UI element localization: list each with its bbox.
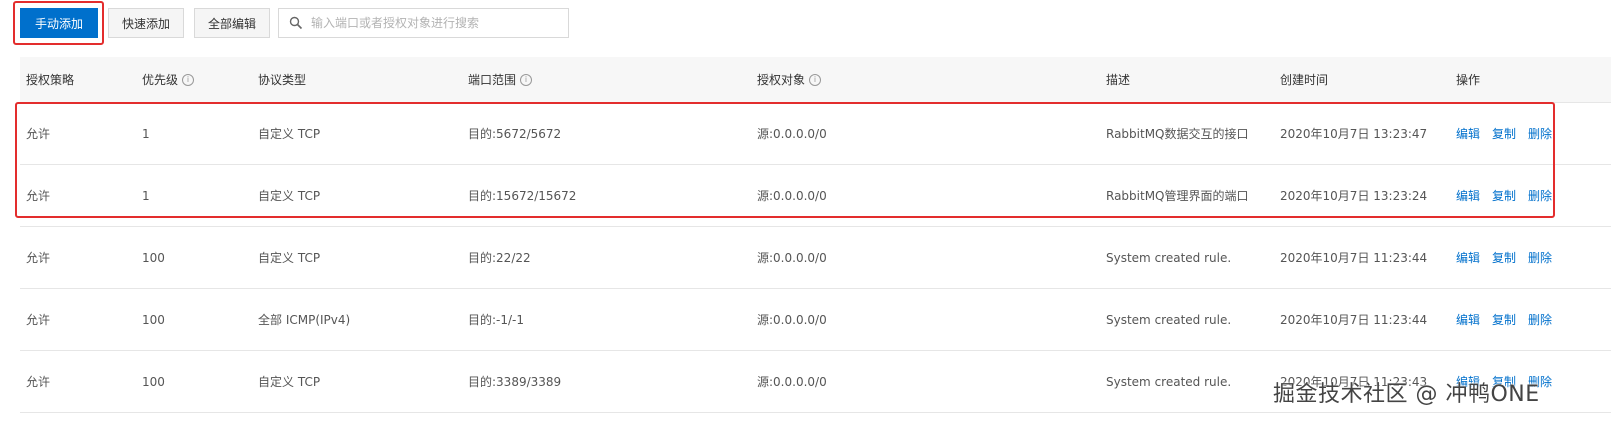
header-port-range: 端口范围 i — [468, 57, 533, 102]
security-rules-table: 授权策略 优先级 i 协议类型 端口范围 i 授权对象 i 描述 创建时间 操作 允许… — [20, 57, 1611, 413]
table-row: 允许 100 全部 ICMP(IPv4) 目的:-1/-1 源:0.0.0.0/… — [20, 289, 1611, 351]
cell-auth-object: 源:0.0.0.0/0 — [757, 313, 827, 327]
header-protocol: 协议类型 — [258, 57, 306, 102]
manual-add-button[interactable]: 手动添加 — [20, 8, 98, 38]
header-priority: 优先级 i — [142, 57, 195, 102]
header-auth-object-label: 授权对象 — [757, 73, 806, 87]
toolbar: 手动添加 快速添加 全部编辑 — [0, 0, 1611, 48]
header-priority-label: 优先级 — [142, 73, 179, 87]
cell-auth-object: 源:0.0.0.0/0 — [757, 127, 827, 141]
cell-policy: 允许 — [26, 375, 51, 389]
cell-policy: 允许 — [26, 313, 51, 327]
cell-policy: 允许 — [26, 251, 51, 265]
cell-protocol: 全部 ICMP(IPv4) — [258, 313, 351, 327]
cell-actions: 编辑 复制 删除 — [1456, 289, 1564, 350]
info-icon[interactable]: i — [182, 73, 195, 86]
cell-port-range: 目的:5672/5672 — [468, 127, 562, 141]
delete-link[interactable]: 删除 — [1528, 125, 1552, 142]
cell-description: System created rule. — [1106, 374, 1232, 389]
cell-priority: 100 — [142, 250, 165, 265]
cell-protocol: 自定义 TCP — [258, 251, 321, 265]
cell-protocol: 自定义 TCP — [258, 127, 321, 141]
edit-link[interactable]: 编辑 — [1456, 311, 1480, 328]
header-policy-label: 授权策略 — [26, 73, 75, 87]
cell-port-range: 目的:-1/-1 — [468, 313, 525, 327]
info-icon[interactable]: i — [809, 73, 822, 86]
info-icon[interactable]: i — [520, 73, 533, 86]
search-input[interactable] — [311, 10, 568, 36]
quick-add-button[interactable]: 快速添加 — [108, 8, 184, 38]
cell-created: 2020年10月7日 13:23:24 — [1280, 189, 1428, 203]
header-port-range-label: 端口范围 — [468, 73, 517, 87]
cell-auth-object: 源:0.0.0.0/0 — [757, 189, 827, 203]
cell-actions: 编辑 复制 删除 — [1456, 103, 1564, 164]
edit-link[interactable]: 编辑 — [1456, 187, 1480, 204]
edit-link[interactable]: 编辑 — [1456, 249, 1480, 266]
cell-priority: 1 — [142, 188, 150, 203]
cell-priority: 100 — [142, 374, 165, 389]
header-policy: 授权策略 — [26, 57, 74, 102]
copy-link[interactable]: 复制 — [1492, 125, 1516, 142]
cell-protocol: 自定义 TCP — [258, 375, 321, 389]
search-icon — [289, 16, 303, 30]
cell-protocol: 自定义 TCP — [258, 189, 321, 203]
copy-link[interactable]: 复制 — [1492, 311, 1516, 328]
search-box[interactable] — [278, 8, 569, 38]
cell-description: RabbitMQ数据交互的接口 — [1106, 127, 1249, 141]
cell-policy: 允许 — [26, 127, 51, 141]
cell-description: System created rule. — [1106, 312, 1232, 327]
table-header: 授权策略 优先级 i 协议类型 端口范围 i 授权对象 i 描述 创建时间 操作 — [20, 57, 1611, 103]
header-protocol-label: 协议类型 — [258, 73, 307, 87]
watermark: 掘金技术社区 @ 冲鸭ONE — [1273, 382, 1540, 407]
header-description: 描述 — [1106, 57, 1130, 102]
cell-description: RabbitMQ管理界面的端口 — [1106, 189, 1249, 203]
header-created: 创建时间 — [1280, 57, 1328, 102]
copy-link[interactable]: 复制 — [1492, 249, 1516, 266]
cell-port-range: 目的:3389/3389 — [468, 375, 562, 389]
cell-priority: 100 — [142, 312, 165, 327]
table-row: 允许 100 自定义 TCP 目的:22/22 源:0.0.0.0/0 Syst… — [20, 227, 1611, 289]
cell-created: 2020年10月7日 13:23:47 — [1280, 127, 1428, 141]
cell-priority: 1 — [142, 126, 150, 141]
delete-link[interactable]: 删除 — [1528, 249, 1552, 266]
header-description-label: 描述 — [1106, 73, 1131, 87]
cell-auth-object: 源:0.0.0.0/0 — [757, 251, 827, 265]
cell-created: 2020年10月7日 11:23:44 — [1280, 313, 1428, 327]
cell-policy: 允许 — [26, 189, 51, 203]
cell-port-range: 目的:22/22 — [468, 251, 531, 265]
table-row: 允许 1 自定义 TCP 目的:5672/5672 源:0.0.0.0/0 Ra… — [20, 103, 1611, 165]
header-actions: 操作 — [1456, 57, 1480, 102]
cell-created: 2020年10月7日 11:23:44 — [1280, 251, 1428, 265]
cell-auth-object: 源:0.0.0.0/0 — [757, 375, 827, 389]
table-row: 允许 1 自定义 TCP 目的:15672/15672 源:0.0.0.0/0 … — [20, 165, 1611, 227]
cell-actions: 编辑 复制 删除 — [1456, 165, 1564, 226]
cell-description: System created rule. — [1106, 250, 1232, 265]
cell-actions: 编辑 复制 删除 — [1456, 227, 1564, 288]
delete-link[interactable]: 删除 — [1528, 311, 1552, 328]
edit-link[interactable]: 编辑 — [1456, 125, 1480, 142]
header-actions-label: 操作 — [1456, 73, 1481, 87]
bulk-edit-button[interactable]: 全部编辑 — [194, 8, 270, 38]
delete-link[interactable]: 删除 — [1528, 187, 1552, 204]
cell-port-range: 目的:15672/15672 — [468, 189, 577, 203]
header-created-label: 创建时间 — [1280, 73, 1329, 87]
copy-link[interactable]: 复制 — [1492, 187, 1516, 204]
header-auth-object: 授权对象 i — [757, 57, 822, 102]
